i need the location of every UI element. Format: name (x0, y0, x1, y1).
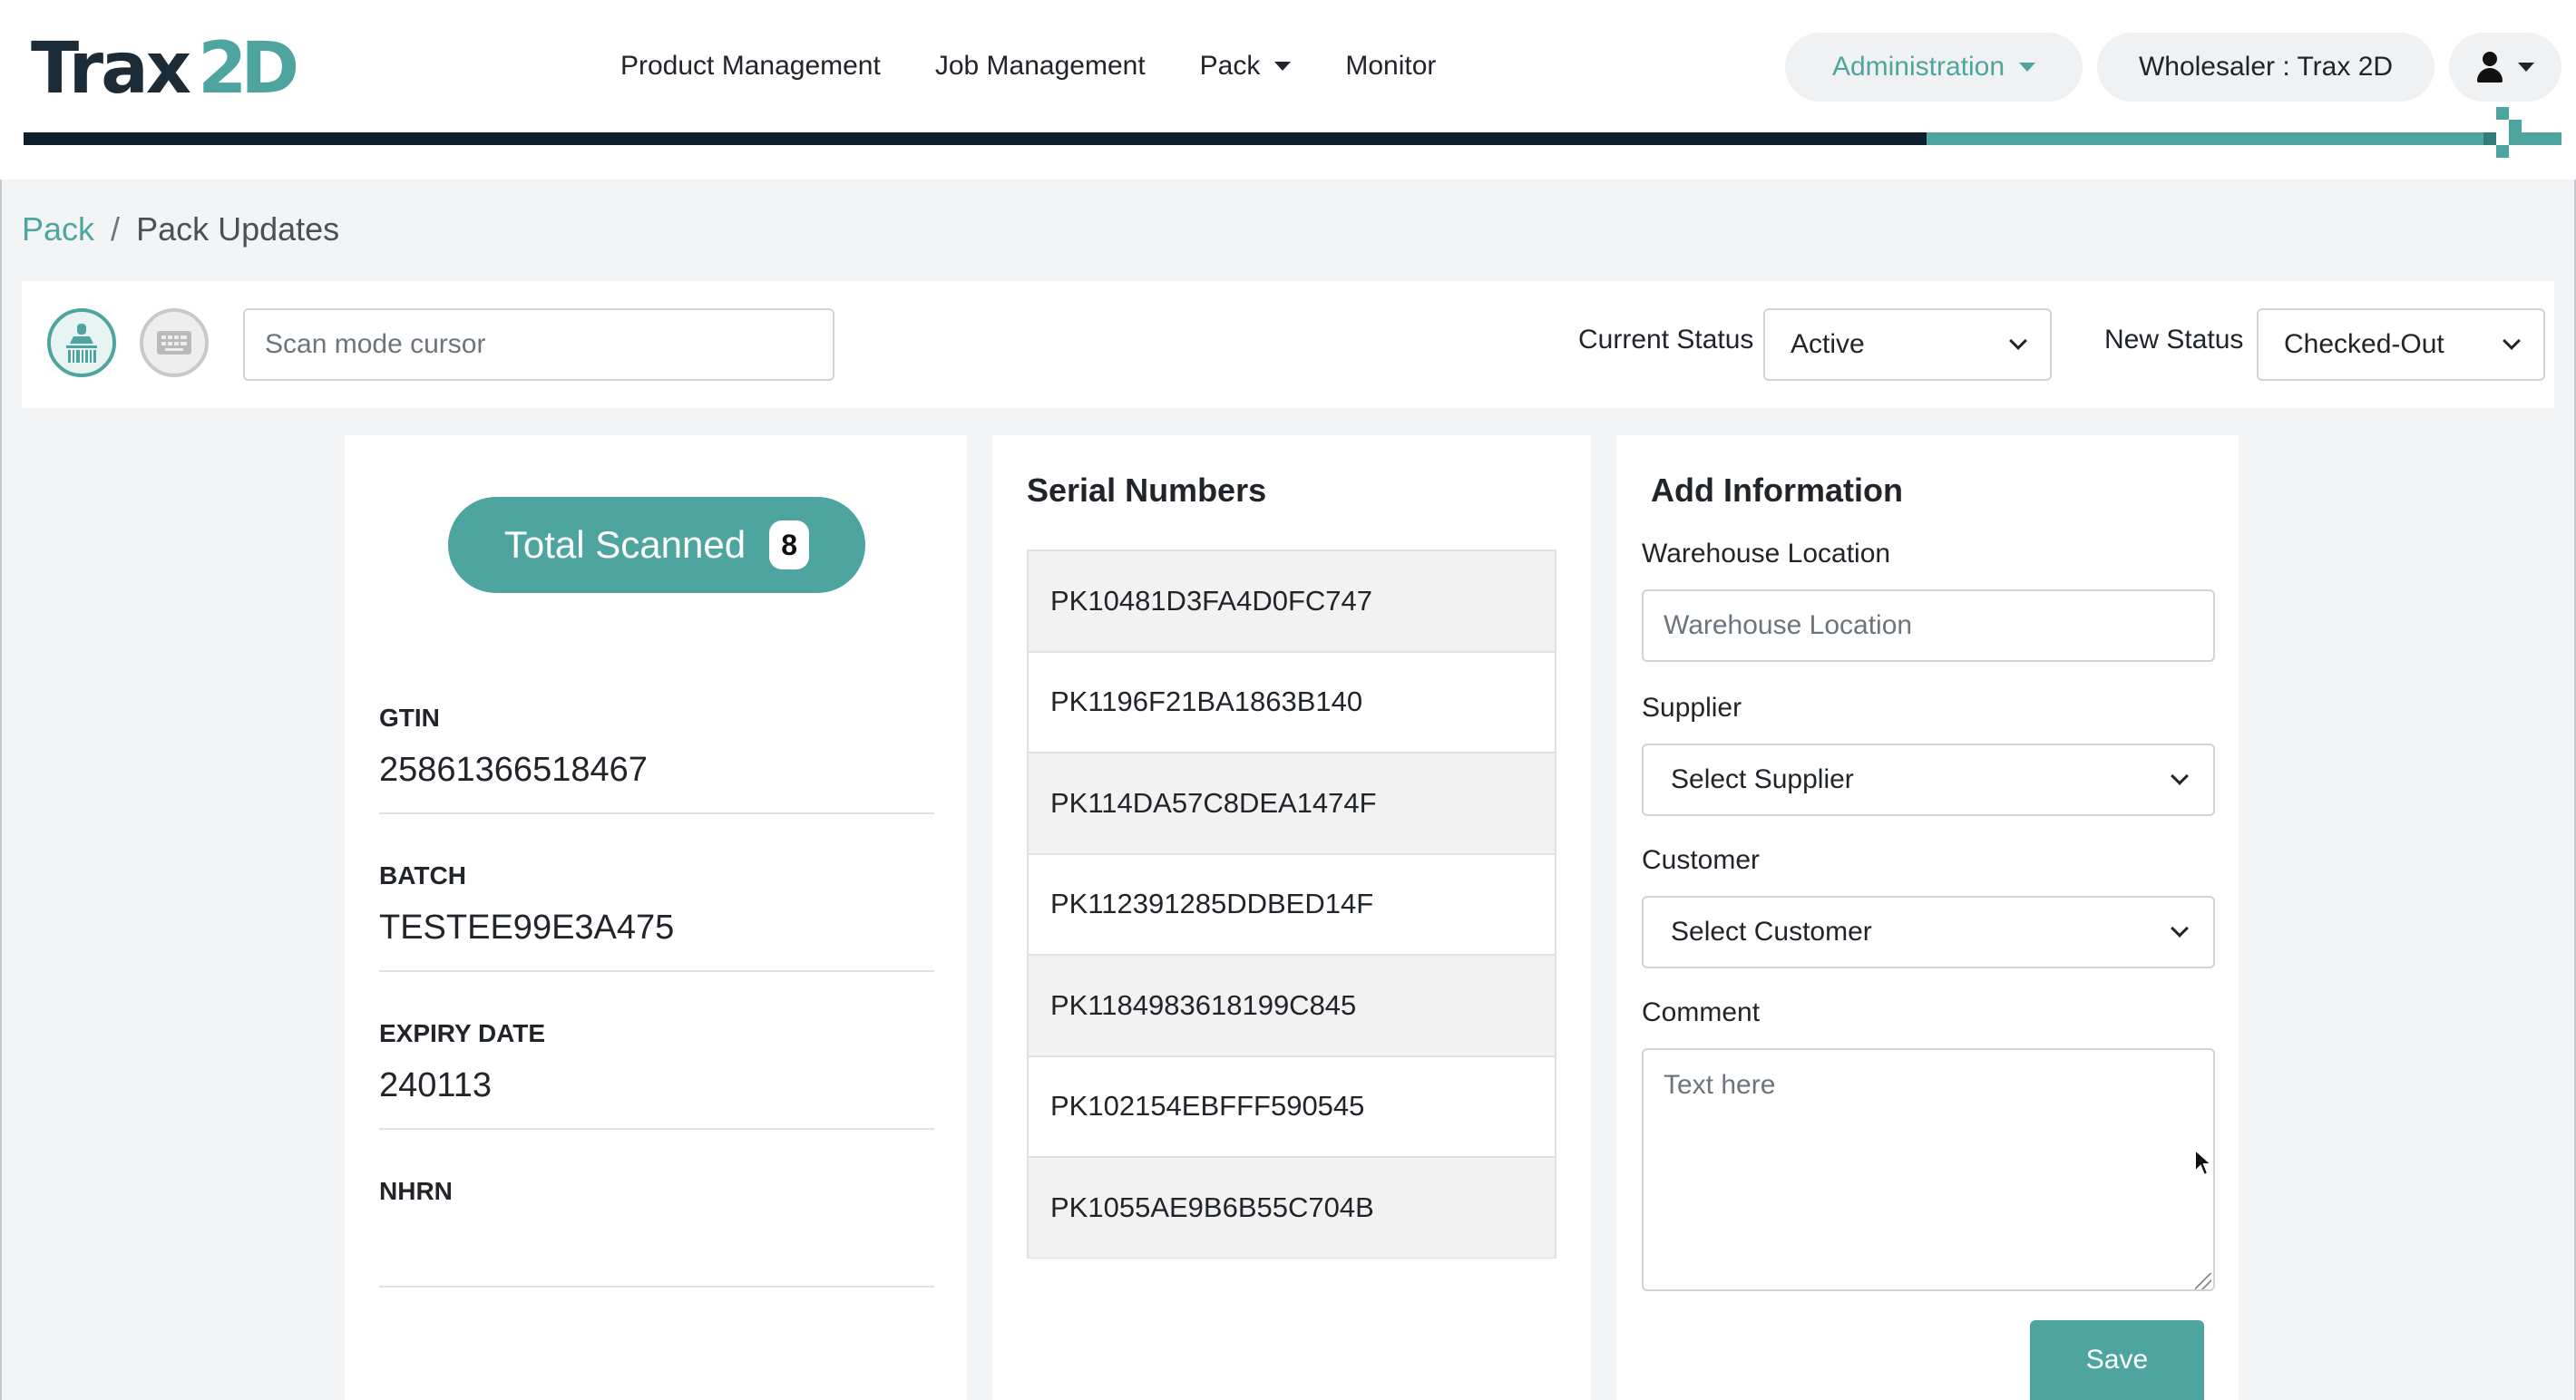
header-accent-bar-teal (1927, 132, 2561, 145)
supplier-select[interactable]: Select Supplier (1642, 744, 2215, 816)
supplier-value: Select Supplier (1671, 764, 1854, 794)
list-item: PK112391285DDBED14F (1027, 854, 1556, 956)
pixel-decoration (2509, 120, 2522, 132)
customer-select[interactable]: Select Customer (1642, 896, 2215, 968)
supplier-label: Supplier (1642, 693, 1742, 723)
scan-summary-card: Total Scanned 8 GTIN 25861366518467 BATC… (345, 435, 967, 1400)
save-button[interactable]: Save (2030, 1320, 2204, 1400)
caret-down-icon (2518, 63, 2534, 72)
breadcrumb: Pack / Pack Updates (22, 210, 339, 248)
nhrn-label: NHRN (379, 1177, 453, 1205)
expiry-date-field: EXPIRY DATE 240113 (379, 1019, 934, 1130)
administration-label: Administration (1831, 52, 2005, 82)
serial-numbers-title: Serial Numbers (1027, 472, 1267, 509)
expiry-date-value: 240113 (379, 1066, 492, 1104)
warehouse-location-input[interactable] (1642, 589, 2215, 662)
new-status-select[interactable]: Checked-Out (2257, 308, 2545, 381)
logo-suffix-d: D (240, 28, 299, 110)
list-item: PK10481D3FA4D0FC747 (1027, 551, 1556, 653)
new-status-value: Checked-Out (2284, 329, 2444, 359)
logo-text: Trax (31, 28, 191, 110)
trax2d-logo[interactable]: Trax 2 D (31, 28, 299, 110)
breadcrumb-separator: / (111, 210, 121, 248)
list-item: PK1055AE9B6B55C704B (1027, 1158, 1556, 1259)
nav-job-management[interactable]: Job Management (935, 51, 1146, 82)
chevron-down-icon (2009, 332, 2027, 350)
wholesaler-label: Wholesaler : Trax 2D (2138, 52, 2394, 82)
scan-toolbar: Current Status Active New Status Checked… (22, 281, 2554, 408)
nav-monitor[interactable]: Monitor (1345, 51, 1436, 82)
window-frame-left (0, 0, 2, 1400)
chevron-down-icon (2171, 919, 2189, 938)
current-status-label: Current Status (1578, 325, 1754, 355)
keyboard-mode-button[interactable] (140, 308, 209, 377)
list-item: PK1196F21BA1863B140 (1027, 652, 1556, 753)
new-status-label: New Status (2104, 325, 2244, 355)
logo-suffix-2: 2 (198, 28, 247, 110)
nav-pack-dropdown[interactable]: Pack (1200, 51, 1292, 82)
resize-handle-icon[interactable] (2195, 1273, 2211, 1289)
user-icon (2476, 52, 2503, 83)
total-scanned-count: 8 (769, 520, 810, 569)
customer-label: Customer (1642, 845, 1761, 875)
warehouse-location-label: Warehouse Location (1642, 539, 1891, 569)
main-nav: Product Management Job Management Pack M… (620, 44, 1490, 89)
pixel-decoration (2496, 132, 2509, 145)
wholesaler-button[interactable]: Wholesaler : Trax 2D (2097, 33, 2435, 102)
nhrn-field: NHRN (379, 1177, 934, 1288)
breadcrumb-pack-link[interactable]: Pack (22, 210, 94, 248)
list-item: PK114DA57C8DEA1474F (1027, 753, 1556, 855)
customer-value: Select Customer (1671, 917, 1872, 947)
gtin-label: GTIN (379, 704, 440, 732)
breadcrumb-current: Pack Updates (136, 210, 340, 248)
comment-label: Comment (1642, 997, 1761, 1027)
gtin-field: GTIN 25861366518467 (379, 704, 934, 814)
total-scanned-badge: Total Scanned 8 (448, 497, 865, 593)
add-information-title: Add Information (1651, 472, 1903, 509)
nav-label: Pack (1199, 51, 1261, 81)
administration-dropdown[interactable]: Administration (1785, 33, 2083, 102)
header-accent-bar-dark (24, 132, 1927, 145)
add-information-card: Add Information Warehouse Location Suppl… (1616, 435, 2239, 1400)
batch-field: BATCH TESTEE99E3A475 (379, 861, 934, 972)
nav-label: Job Management (934, 51, 1146, 81)
pixel-decoration (2496, 145, 2509, 158)
top-navbar: Trax 2 D Product Management Job Management… (0, 0, 2576, 180)
caret-down-icon (1274, 62, 1292, 71)
user-menu-dropdown[interactable] (2449, 33, 2561, 102)
chevron-down-icon (2503, 332, 2521, 350)
current-status-select[interactable]: Active (1763, 308, 2052, 381)
chevron-down-icon (2171, 767, 2189, 785)
list-item: PK1184983618199C845 (1027, 956, 1556, 1057)
pixel-decoration (2496, 107, 2509, 120)
nav-product-management[interactable]: Product Management (620, 51, 881, 82)
expiry-date-label: EXPIRY DATE (379, 1019, 546, 1047)
gtin-value: 25861366518467 (379, 751, 648, 789)
nav-label: Product Management (620, 51, 881, 81)
caret-down-icon (2019, 63, 2036, 72)
nav-label: Monitor (1345, 51, 1437, 81)
keyboard-icon (157, 331, 191, 355)
scan-input[interactable] (243, 308, 834, 381)
batch-label: BATCH (379, 861, 466, 890)
batch-value: TESTEE99E3A475 (379, 909, 675, 947)
comment-textarea[interactable] (1642, 1048, 2215, 1291)
barcode-scanner-icon (66, 324, 97, 363)
serial-numbers-list[interactable]: PK10481D3FA4D0FC747 PK1196F21BA1863B140 … (1027, 549, 1556, 1259)
scan-mode-button[interactable] (47, 308, 116, 377)
mouse-cursor-icon (2194, 1148, 2214, 1177)
pixel-decoration (2483, 132, 2496, 145)
total-scanned-label: Total Scanned (503, 523, 746, 566)
serial-numbers-card: Serial Numbers PK10481D3FA4D0FC747 PK119… (992, 435, 1591, 1400)
current-status-value: Active (1791, 329, 1865, 359)
list-item: PK102154EBFFF590545 (1027, 1056, 1556, 1158)
